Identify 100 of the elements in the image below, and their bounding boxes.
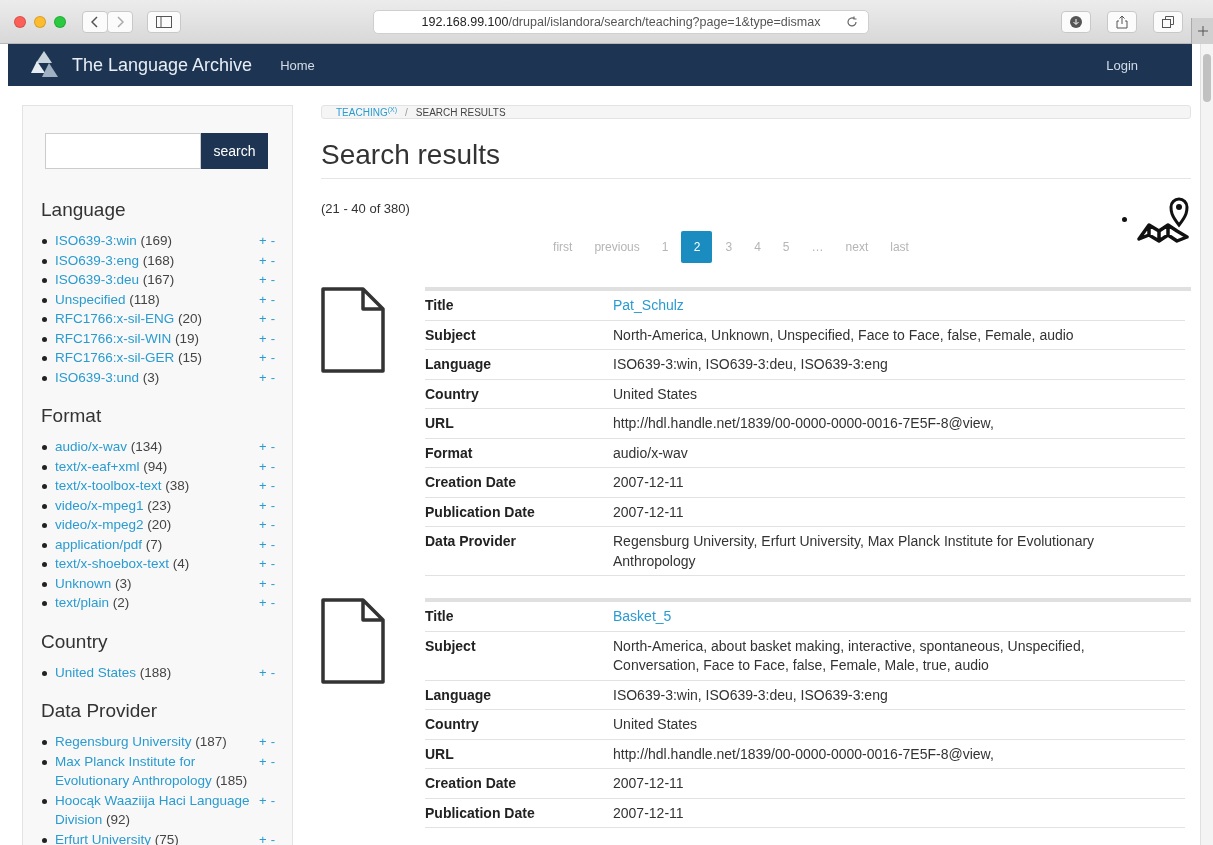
exclude-link[interactable]: - xyxy=(270,534,275,554)
include-link[interactable]: + xyxy=(259,662,267,682)
facet-link[interactable]: ISO639-3:und (3) xyxy=(55,367,256,387)
include-link[interactable]: + xyxy=(259,289,267,309)
title-link[interactable]: Pat_Schulz xyxy=(613,296,684,316)
back-button[interactable] xyxy=(82,10,108,33)
include-link[interactable]: + xyxy=(259,231,267,251)
pager-link[interactable]: … xyxy=(802,231,833,264)
pager-link[interactable]: first xyxy=(544,231,582,264)
search-button[interactable]: search xyxy=(201,133,268,169)
include-link[interactable]: + xyxy=(259,593,267,613)
facet-link[interactable]: text/x-eaf+xml (94) xyxy=(55,456,256,476)
include-link[interactable]: + xyxy=(259,456,267,476)
tabs-button[interactable] xyxy=(1153,10,1183,33)
exclude-link[interactable]: - xyxy=(270,790,275,810)
include-link[interactable]: + xyxy=(259,829,267,845)
exclude-link[interactable]: - xyxy=(270,289,275,309)
exclude-link[interactable]: - xyxy=(270,495,275,515)
facet-link[interactable]: Max Planck Institute for Evolutionary Anthropology (185) xyxy=(55,751,256,791)
new-tab-button[interactable] xyxy=(1191,17,1213,44)
exclude-link[interactable]: - xyxy=(270,751,275,771)
exclude-link[interactable]: - xyxy=(270,231,275,251)
field-label: Title xyxy=(425,607,455,627)
include-link[interactable]: + xyxy=(259,732,267,752)
pager-link[interactable]: 5 xyxy=(773,231,799,264)
field-label: Publication Date xyxy=(425,502,536,522)
exclude-link[interactable]: - xyxy=(270,437,275,457)
facet-link[interactable]: text/x-shoebox-text (4) xyxy=(55,554,256,574)
facet-link[interactable]: RFC1766:x-sil-WIN (19) xyxy=(55,328,256,348)
include-link[interactable]: + xyxy=(259,328,267,348)
exclude-link[interactable]: - xyxy=(270,250,275,270)
title-link[interactable]: Basket_5 xyxy=(613,607,672,627)
share-button[interactable] xyxy=(1107,10,1137,33)
facet-link[interactable]: video/x-mpeg2 (20) xyxy=(55,515,256,535)
exclude-link[interactable]: - xyxy=(270,593,275,613)
facet-link[interactable]: text/plain (2) xyxy=(55,593,256,613)
facet-link[interactable]: RFC1766:x-sil-GER (15) xyxy=(55,348,256,368)
pager-link[interactable]: 2 xyxy=(681,231,713,264)
pager-link[interactable]: 1 xyxy=(652,231,678,264)
scrollbar[interactable] xyxy=(1200,44,1213,845)
facet-link[interactable]: RFC1766:x-sil-ENG (20) xyxy=(55,309,256,329)
minimize-window-icon[interactable] xyxy=(34,15,46,28)
include-link[interactable]: + xyxy=(259,437,267,457)
search-field[interactable] xyxy=(45,133,201,169)
facet-link[interactable]: United States (188) xyxy=(55,662,256,682)
facet-link[interactable]: Regensburg University (187) xyxy=(55,732,256,752)
exclude-link[interactable]: - xyxy=(270,515,275,535)
maximize-window-icon[interactable] xyxy=(54,15,66,28)
map-pin-icon[interactable] xyxy=(1135,195,1191,244)
include-link[interactable]: + xyxy=(259,367,267,387)
include-link[interactable]: + xyxy=(259,309,267,329)
pager-link[interactable]: 3 xyxy=(716,231,742,264)
pager-link[interactable]: 4 xyxy=(745,231,770,264)
include-link[interactable]: + xyxy=(259,495,267,515)
exclude-link[interactable]: - xyxy=(270,476,275,496)
include-link[interactable]: + xyxy=(259,270,267,290)
include-link[interactable]: + xyxy=(259,573,267,593)
facet-link[interactable]: Unspecified (118) xyxy=(55,289,256,309)
exclude-link[interactable]: - xyxy=(270,573,275,593)
pager-link[interactable]: last xyxy=(881,231,918,264)
facet-link[interactable]: audio/x-wav (134) xyxy=(55,437,256,457)
exclude-link[interactable]: - xyxy=(270,829,275,845)
exclude-link[interactable]: - xyxy=(270,456,275,476)
include-link[interactable]: + xyxy=(259,348,267,368)
exclude-link[interactable]: - xyxy=(270,662,275,682)
facet-link[interactable]: video/x-mpeg1 (23) xyxy=(55,495,256,515)
include-link[interactable]: + xyxy=(259,476,267,496)
sidebar-button[interactable] xyxy=(147,10,181,33)
download-button[interactable] xyxy=(1061,10,1091,33)
include-link[interactable]: + xyxy=(259,515,267,535)
exclude-link[interactable]: - xyxy=(270,367,275,387)
facet-link[interactable]: ISO639-3:win (169) xyxy=(55,231,256,251)
reload-icon[interactable] xyxy=(846,15,858,28)
pager-link[interactable]: previous xyxy=(585,231,649,264)
breadcrumb-link[interactable]: TEACHING$^{(X)}$ xyxy=(336,106,397,119)
scrollbar-thumb[interactable] xyxy=(1203,54,1211,102)
pager-link[interactable]: next xyxy=(836,231,878,264)
include-link[interactable]: + xyxy=(259,534,267,554)
include-link[interactable]: + xyxy=(259,250,267,270)
close-window-icon[interactable] xyxy=(14,15,26,28)
include-link[interactable]: + xyxy=(259,554,267,574)
exclude-link[interactable]: - xyxy=(270,309,275,329)
exclude-link[interactable]: - xyxy=(270,554,275,574)
facet-link[interactable]: ISO639-3:deu (167) xyxy=(55,270,256,290)
facet-link[interactable]: Hoocąk Waaziija Haci Language Division (92) xyxy=(55,790,256,830)
facet-link[interactable]: text/x-toolbox-text (38) xyxy=(55,476,256,496)
nav-link[interactable]: Home xyxy=(280,57,315,73)
include-link[interactable]: + xyxy=(259,790,267,810)
exclude-link[interactable]: - xyxy=(270,328,275,348)
exclude-link[interactable]: - xyxy=(270,732,275,752)
forward-button[interactable] xyxy=(107,10,133,33)
facet-link[interactable]: application/pdf (7) xyxy=(55,534,256,554)
facet-link[interactable]: Unknown (3) xyxy=(55,573,256,593)
exclude-link[interactable]: - xyxy=(270,270,275,290)
facet-link[interactable]: ISO639-3:eng (168) xyxy=(55,250,256,270)
exclude-link[interactable]: - xyxy=(270,348,275,368)
site-title[interactable]: The Language Archive xyxy=(72,54,253,76)
login-link[interactable]: Login xyxy=(1106,57,1138,73)
address-field[interactable]: 192.168.99.100/drupal/islandora/search/teaching?page=1&type=dismax xyxy=(373,9,869,34)
include-link[interactable]: + xyxy=(259,751,267,771)
